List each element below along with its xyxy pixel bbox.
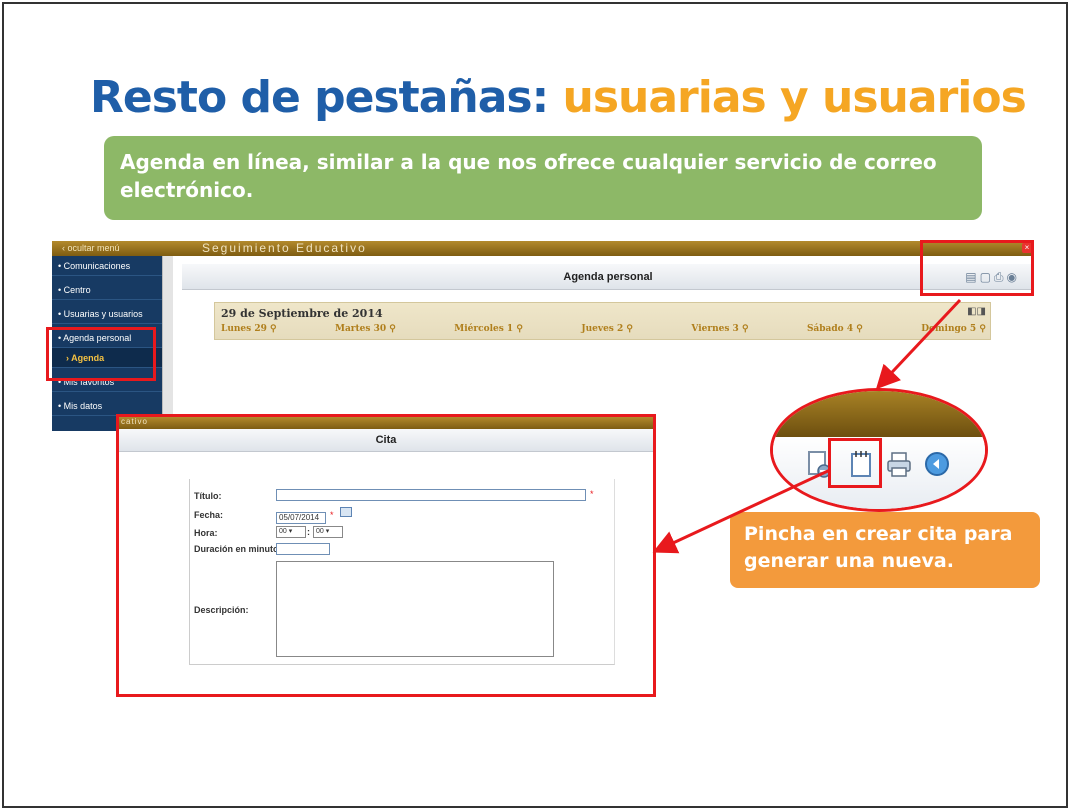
back-icon[interactable] — [923, 449, 951, 479]
sidebar-item-comunicaciones[interactable]: • Comunicaciones — [52, 256, 162, 276]
cita-form-window: cativo Cita Título: * Fecha: 05/07/2014 … — [116, 414, 656, 697]
cita-topbar: cativo — [119, 417, 653, 429]
required-mark: * — [330, 510, 334, 520]
descripcion-label: Descripción: — [194, 605, 249, 615]
calendar-icon[interactable] — [340, 507, 352, 517]
app-brand: Seguimiento Educativo — [202, 241, 367, 255]
sidebar-item-usuarias[interactable]: • Usuarias y usuarios — [52, 304, 162, 324]
day-label[interactable]: Jueves 2 ⚲ — [581, 324, 633, 334]
cita-title: Cita — [119, 429, 653, 452]
sidebar-item-centro[interactable]: • Centro — [52, 280, 162, 300]
highlight-agenda-menu — [46, 327, 156, 381]
cita-form: Título: * Fecha: 05/07/2014 * Hora: 00 ▾… — [189, 479, 615, 665]
print-icon[interactable] — [885, 449, 913, 479]
main-header: Agenda personal ▤▢⎙◉ — [182, 264, 1034, 290]
fecha-label: Fecha: — [194, 510, 224, 520]
hour-separator: : — [307, 527, 310, 537]
app-topbar: ‹ ocultar menú Seguimiento Educativo × — [52, 241, 1034, 256]
callout-box: Pincha en crear cita para generar una nu… — [730, 512, 1040, 588]
day-label[interactable]: Sábado 4 ⚲ — [807, 324, 863, 334]
title-part-1: Resto de pestañas: — [90, 72, 549, 123]
minute-select[interactable]: 00 ▾ — [313, 526, 343, 538]
prev-week-icon[interactable]: ◧ — [967, 306, 976, 317]
calendar-date: 29 de Septiembre de 2014 — [221, 307, 383, 320]
page-title: Agenda personal — [563, 271, 653, 283]
hour-select[interactable]: 00 ▾ — [276, 526, 306, 538]
sidebar-scrollbar[interactable] — [162, 256, 173, 431]
day-label[interactable]: Miércoles 1 ⚲ — [454, 324, 523, 334]
sidebar-item-mis-datos[interactable]: • Mis datos — [52, 396, 162, 416]
hora-label: Hora: — [194, 528, 218, 538]
intro-text: Agenda en línea, similar a la que nos of… — [120, 150, 937, 202]
descripcion-textarea[interactable] — [276, 561, 554, 657]
calendar-days: Lunes 29 ⚲ Martes 30 ⚲ Miércoles 1 ⚲ Jue… — [221, 324, 986, 334]
titulo-input[interactable] — [276, 489, 586, 501]
duracion-label: Duración en minutos: — [194, 544, 287, 554]
day-label[interactable]: Domingo 5 ⚲ — [921, 324, 986, 334]
highlight-toolbar — [920, 240, 1034, 296]
day-label[interactable]: Viernes 3 ⚲ — [691, 324, 748, 334]
intro-box: Agenda en línea, similar a la que nos of… — [104, 136, 982, 220]
duracion-input[interactable] — [276, 543, 330, 555]
required-mark: * — [590, 489, 594, 499]
highlight-create-button — [828, 438, 882, 488]
day-label[interactable]: Lunes 29 ⚲ — [221, 324, 277, 334]
calendar-week: 29 de Septiembre de 2014 ◧◨ Lunes 29 ⚲ M… — [214, 302, 991, 340]
calendar-nav: ◧◨ — [967, 306, 986, 317]
hide-menu-link[interactable]: ‹ ocultar menú — [62, 243, 120, 253]
title-part-2: usuarias y usuarios — [562, 72, 1027, 123]
callout-text: Pincha en crear cita para generar una nu… — [744, 523, 1013, 572]
day-label[interactable]: Martes 30 ⚲ — [335, 324, 396, 334]
next-week-icon[interactable]: ◨ — [977, 306, 986, 317]
titulo-label: Título: — [194, 491, 222, 501]
slide-title: Resto de pestañas: usuarias y usuarios — [90, 72, 1027, 123]
fecha-input[interactable]: 05/07/2014 — [276, 512, 326, 524]
